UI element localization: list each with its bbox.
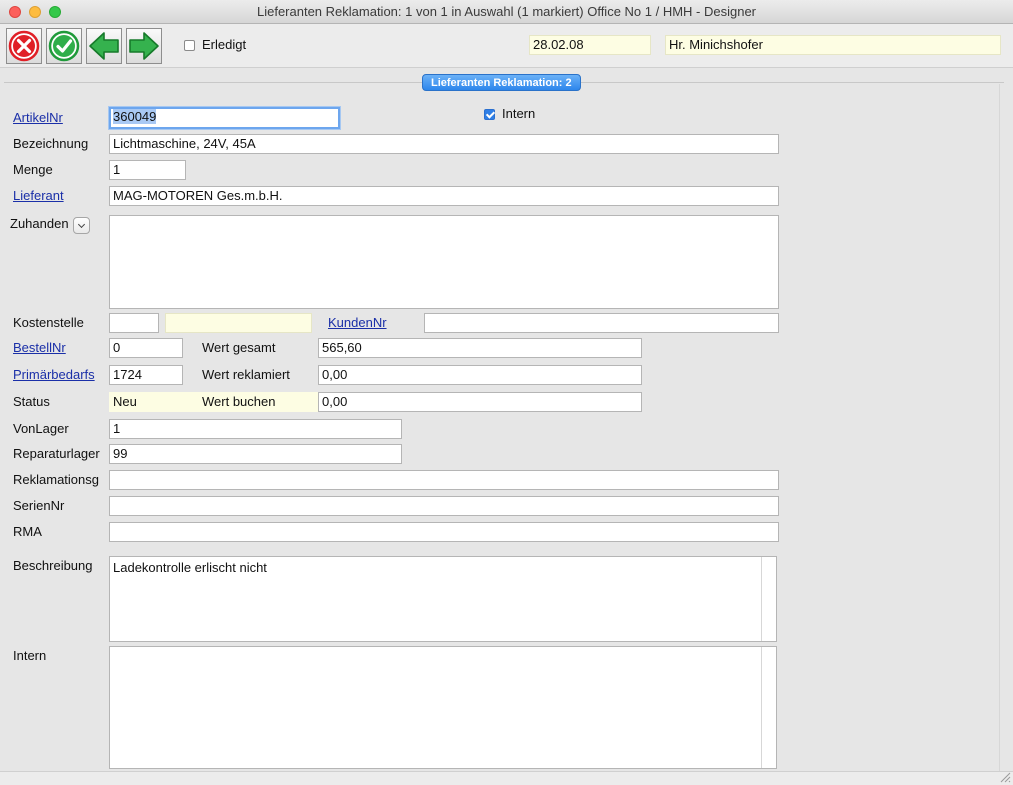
reklamationsg-label: Reklamationsg (13, 472, 99, 487)
next-record-icon (129, 32, 159, 60)
zuhanden-dropdown-button[interactable] (73, 217, 90, 234)
seriennr-input[interactable] (109, 496, 779, 516)
lieferant-input[interactable]: MAG-MOTOREN Ges.m.b.H. (109, 186, 779, 206)
lieferant-link[interactable]: Lieferant (13, 187, 64, 205)
menge-input[interactable]: 1 (109, 160, 186, 180)
kundennr-link[interactable]: KundenNr (328, 314, 387, 332)
erledigt-checkbox[interactable] (184, 40, 195, 51)
intern-label: Intern (13, 648, 47, 663)
status-value: Neu (113, 394, 137, 409)
panel-edge (999, 84, 1000, 774)
date-field[interactable]: 28.02.08 (529, 35, 651, 55)
wert-gesamt-label: Wert gesamt (202, 340, 276, 355)
wert-reklamiert-input[interactable]: 0,00 (318, 365, 642, 385)
previous-record-icon (89, 32, 119, 60)
wert-gesamt-input[interactable]: 565,60 (318, 338, 642, 358)
cancel-button[interactable] (6, 28, 42, 64)
status-bar (0, 771, 1013, 785)
intern-textarea[interactable] (109, 646, 777, 769)
confirm-button[interactable] (46, 28, 82, 64)
zuhanden-label: Zuhanden (10, 216, 69, 231)
beschreibung-textarea[interactable]: Ladekontrolle erlischt nicht (109, 556, 777, 642)
primaerbedarfs-link[interactable]: Primärbedarfs (13, 366, 95, 384)
user-field[interactable]: Hr. Minichshofer (665, 35, 1001, 55)
bestellnr-link[interactable]: BestellNr (13, 339, 66, 357)
resize-grip-icon[interactable] (999, 771, 1011, 783)
previous-record-button[interactable] (86, 28, 122, 64)
bezeichnung-label: Bezeichnung (13, 136, 89, 151)
cancel-icon (8, 30, 40, 62)
intern-checkbox[interactable] (484, 109, 495, 120)
vonlager-input[interactable]: 1 (109, 419, 402, 439)
beschreibung-label: Beschreibung (13, 558, 93, 573)
vonlager-label: VonLager (13, 421, 69, 436)
reklamationsg-input[interactable] (109, 470, 779, 490)
erledigt-label: Erledigt (202, 37, 247, 52)
next-record-button[interactable] (126, 28, 162, 64)
primaerbedarfs-input[interactable]: 1724 (109, 365, 183, 385)
window-title: Lieferanten Reklamation: 1 von 1 in Ausw… (256, 4, 757, 19)
beschreibung-scrollbar[interactable] (761, 557, 762, 641)
wert-buchen-input[interactable]: 0,00 (318, 392, 642, 412)
rma-input[interactable] (109, 522, 779, 542)
bezeichnung-input[interactable]: Lichtmaschine, 24V, 45A (109, 134, 779, 154)
seriennr-label: SerienNr (13, 498, 65, 513)
kostenstelle-label: Kostenstelle (13, 315, 84, 330)
menge-label: Menge (13, 162, 53, 177)
bestellnr-input[interactable]: 0 (109, 338, 183, 358)
wert-buchen-label: Wert buchen (202, 394, 276, 409)
kostenstelle-input[interactable] (109, 313, 159, 333)
zuhanden-textarea[interactable] (109, 215, 779, 309)
wert-reklamiert-label: Wert reklamiert (202, 367, 290, 382)
reparaturlager-label: Reparaturlager (13, 446, 100, 461)
status-label: Status (13, 394, 50, 409)
kostenstelle-name-field (165, 313, 312, 333)
intern-checkbox-label: Intern (502, 106, 536, 121)
confirm-icon (48, 30, 80, 62)
reparaturlager-input[interactable]: 99 (109, 444, 402, 464)
intern-scrollbar[interactable] (761, 647, 762, 768)
artikelnr-value: 360049 (113, 109, 157, 124)
kundennr-input[interactable] (424, 313, 779, 333)
rma-label: RMA (13, 524, 42, 539)
artikelnr-input[interactable]: 360049 (109, 107, 340, 129)
artikelnr-link[interactable]: ArtikelNr (13, 109, 63, 127)
tab-lieferanten-reklamation[interactable]: Lieferanten Reklamation: 2 (422, 74, 581, 91)
